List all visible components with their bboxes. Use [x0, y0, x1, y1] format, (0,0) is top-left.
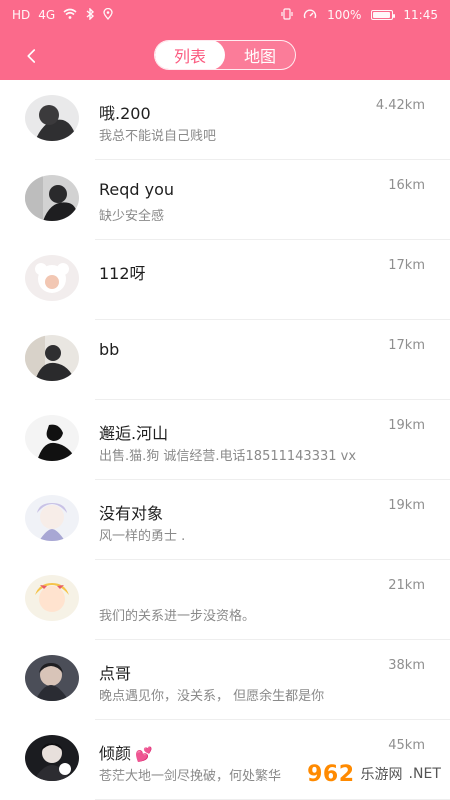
watermark: 962 乐游网 .NET: [306, 756, 442, 792]
avatar: [25, 335, 79, 381]
tab-map[interactable]: 地图: [225, 41, 295, 69]
wifi-icon: [63, 8, 77, 22]
user-name: Reqd you: [99, 180, 175, 199]
user-signature: 缺少安全感: [99, 209, 165, 224]
nearby-list: 哦.200 我总不能说自己贱吧 4.42km Reqd you 缺少安全感 16…: [0, 80, 450, 800]
user-signature: 我们的关系进一步没资格。: [99, 609, 256, 624]
status-bar: HD 4G 100% 11:45: [0, 0, 450, 30]
hd-icon: HD: [12, 8, 31, 22]
avatar: [25, 495, 79, 541]
battery-text: 100%: [327, 8, 362, 22]
header: HD 4G 100% 11:45 列表 地图: [0, 0, 450, 80]
distance: 21km: [388, 578, 425, 593]
list-item[interactable]: 我们的关系进一步没资格。 21km: [0, 560, 450, 640]
watermark-text: 乐游网: [360, 767, 403, 783]
avatar: [25, 735, 79, 781]
list-item[interactable]: 没有对象 风一样的勇士 . 19km: [0, 480, 450, 560]
network-icon: 4G: [38, 8, 56, 22]
watermark-suffix: .NET: [408, 766, 441, 782]
user-name-text: 倾颜: [99, 744, 132, 763]
list-item[interactable]: 112呀 17km: [0, 240, 450, 320]
avatar: [25, 95, 79, 141]
vibrate-icon: [281, 8, 293, 22]
heart-icon: 💕: [135, 747, 153, 763]
list-item[interactable]: 哦.200 我总不能说自己贱吧 4.42km: [0, 80, 450, 160]
tab-list[interactable]: 列表: [155, 41, 225, 69]
status-right: 100% 11:45: [281, 8, 438, 22]
user-name: 倾颜 💕: [99, 740, 152, 764]
distance: 4.42km: [375, 98, 425, 113]
distance: 16km: [388, 178, 425, 193]
user-signature: 晚点遇见你，没关系， 但愿余生都是你: [99, 689, 325, 704]
avatar: [25, 575, 79, 621]
user-name: bb: [99, 340, 120, 359]
avatar: [25, 655, 79, 701]
list-item[interactable]: 点哥 晚点遇见你，没关系， 但愿余生都是你 38km: [0, 640, 450, 720]
list-item[interactable]: Reqd you 缺少安全感 16km: [0, 160, 450, 240]
list-item[interactable]: bb 17km: [0, 320, 450, 400]
nav-bar: 列表 地图: [0, 30, 450, 80]
user-signature: 风一样的勇士 .: [99, 529, 186, 544]
avatar: [25, 175, 79, 221]
bluetooth-icon: [85, 7, 95, 22]
distance: 17km: [388, 258, 425, 273]
user-signature: 出售.猫.狗 诚信经营.电话18511143331 vx: [99, 449, 357, 464]
battery-icon: [371, 10, 396, 20]
list-item[interactable]: 邂逅.河山 出售.猫.狗 诚信经营.电话18511143331 vx 19km: [0, 400, 450, 480]
distance: 45km: [388, 738, 425, 753]
user-name: 没有对象: [99, 504, 164, 523]
distance: 19km: [388, 418, 425, 433]
user-name: 点哥: [99, 664, 132, 683]
time: 11:45: [403, 8, 438, 22]
app-root: HD 4G 100% 11:45 列表 地图 哦.200 我总不能说自己贱吧 4…: [0, 0, 450, 800]
user-signature: 苍茫大地一剑尽挽破，何处繁华: [99, 769, 282, 784]
watermark-logo: 962: [307, 761, 355, 787]
user-name: 邂逅.河山: [99, 424, 169, 443]
view-toggle: 列表 地图: [154, 40, 296, 70]
user-signature: 我总不能说自己贱吧: [99, 129, 217, 144]
status-left: HD 4G: [12, 7, 113, 22]
distance: 19km: [388, 498, 425, 513]
chevron-left-icon: [27, 49, 36, 63]
avatar: [25, 415, 79, 461]
speed-icon: [303, 8, 317, 22]
distance: 17km: [388, 338, 425, 353]
back-button[interactable]: [18, 42, 46, 70]
avatar: [25, 255, 79, 301]
user-name: 112呀: [99, 264, 146, 283]
distance: 38km: [388, 658, 425, 673]
location-icon: [103, 7, 113, 22]
user-name: 哦.200: [99, 104, 151, 123]
